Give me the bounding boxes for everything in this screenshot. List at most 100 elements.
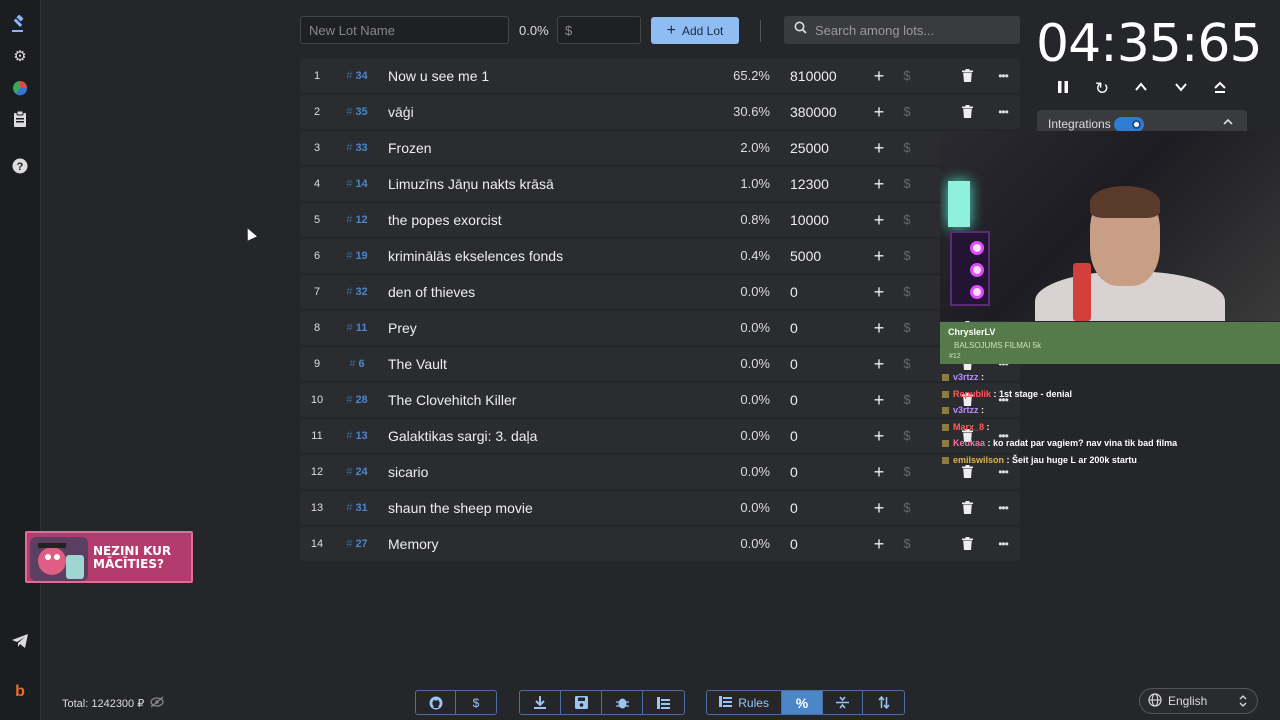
github-icon[interactable] xyxy=(416,691,457,714)
plus-icon[interactable]: + xyxy=(871,491,887,525)
lot-amount[interactable]: 10000 xyxy=(790,203,829,237)
more-icon[interactable]: ••• xyxy=(994,527,1012,561)
dollar-icon[interactable]: $ xyxy=(900,347,914,381)
more-icon[interactable]: ••• xyxy=(994,491,1012,525)
compress-icon[interactable] xyxy=(823,691,864,714)
lot-id[interactable]: #31 xyxy=(340,491,374,525)
trash-icon[interactable] xyxy=(962,69,973,82)
chevron-up-icon[interactable] xyxy=(1223,116,1233,130)
lot-amount[interactable]: 0 xyxy=(790,275,798,309)
lot-name[interactable]: den of thieves xyxy=(388,275,475,309)
dollar-icon[interactable]: $ xyxy=(900,203,914,237)
lot-id[interactable]: #32 xyxy=(340,275,374,309)
plus-icon[interactable]: + xyxy=(871,527,887,561)
lot-row[interactable]: 10 #28 The Clovehitch Killer 0.0% 0 + $ ••• xyxy=(300,383,1020,417)
lot-row[interactable]: 7#32den of thieves0.0%0+$••• xyxy=(300,275,1020,309)
dollar-icon[interactable]: $ xyxy=(900,131,914,165)
plus-icon[interactable]: + xyxy=(871,347,887,381)
plus-icon[interactable]: + xyxy=(871,383,887,417)
lot-row[interactable]: 1 #34 Now u see me 1 65.2% 810000 + $ ••• xyxy=(300,59,1020,93)
pause-icon[interactable] xyxy=(1054,80,1072,98)
save-icon[interactable] xyxy=(561,691,602,714)
clipboard-icon[interactable] xyxy=(10,109,30,129)
new-lot-amount-input[interactable] xyxy=(557,16,641,44)
dollar-icon[interactable]: $ xyxy=(900,275,914,309)
plus-icon[interactable]: + xyxy=(871,419,887,453)
lot-row[interactable]: 5#12the popes exorcist0.8%10000+$••• xyxy=(300,203,1020,237)
lot-id[interactable]: #35 xyxy=(340,95,374,129)
lot-row[interactable]: 3#33Frozen2.0%25000+$••• xyxy=(300,131,1020,165)
lot-row[interactable]: 4 #14 Limuzīns Jāņu nakts krāsā 1.0% 12300 + $… xyxy=(300,167,1020,201)
lot-amount[interactable]: 25000 xyxy=(790,131,829,165)
plus-icon[interactable]: + xyxy=(871,95,887,129)
lot-id[interactable]: #12 xyxy=(340,203,374,237)
plus-icon[interactable]: + xyxy=(871,167,887,201)
more-icon[interactable]: ••• xyxy=(994,95,1012,129)
lot-amount[interactable]: 0 xyxy=(790,419,798,453)
plus-icon[interactable]: + xyxy=(871,311,887,345)
plus-icon[interactable]: + xyxy=(871,239,887,273)
lot-name[interactable]: The Clovehitch Killer xyxy=(388,383,516,417)
lot-name[interactable]: Limuzīns Jāņu nakts krāsā xyxy=(388,167,554,201)
lot-name[interactable]: Galaktikas sargi: 3. daļa xyxy=(388,419,537,453)
lot-amount[interactable]: 810000 xyxy=(790,59,837,93)
new-lot-name-input[interactable] xyxy=(300,16,509,44)
telegram-icon[interactable] xyxy=(10,631,30,651)
add-lot-button[interactable]: + Add Lot xyxy=(651,17,739,44)
lot-amount[interactable]: 5000 xyxy=(790,239,821,273)
dollar-icon[interactable]: $ xyxy=(900,491,914,525)
dollar-icon[interactable]: $ xyxy=(900,527,914,561)
lot-amount[interactable]: 0 xyxy=(790,347,798,381)
pie-chart-icon[interactable] xyxy=(10,78,30,98)
more-icon[interactable]: ••• xyxy=(994,59,1012,93)
plus-icon[interactable]: + xyxy=(871,275,887,309)
bug-icon[interactable] xyxy=(602,691,643,714)
lot-id[interactable]: #14 xyxy=(340,167,374,201)
lot-id[interactable]: #13 xyxy=(340,419,374,453)
plus-icon[interactable]: + xyxy=(871,131,887,165)
lot-id[interactable]: #34 xyxy=(340,59,374,93)
help-icon[interactable]: ? xyxy=(10,156,30,176)
plus-icon[interactable]: + xyxy=(871,455,887,489)
lot-name[interactable]: Prey xyxy=(388,311,417,345)
dollar-icon[interactable]: $ xyxy=(900,95,914,129)
lot-id[interactable]: #33 xyxy=(340,131,374,165)
download-icon[interactable] xyxy=(520,691,561,714)
eye-off-icon[interactable] xyxy=(150,696,164,711)
lot-row[interactable]: 6 #19 kriminālās ekselences fonds 0.4% 5000 +… xyxy=(300,239,1020,273)
lot-id[interactable]: #11 xyxy=(340,311,374,345)
lot-id[interactable]: #19 xyxy=(340,239,374,273)
lot-row[interactable]: 14 #27 Memory 0.0% 0 + $ ••• xyxy=(300,527,1020,561)
dollar-icon[interactable]: $ xyxy=(456,691,496,714)
lot-row[interactable]: 2 #35 vāģi 30.6% 380000 + $ ••• xyxy=(300,95,1020,129)
lot-amount[interactable]: 0 xyxy=(790,311,798,345)
lot-name[interactable]: Now u see me 1 xyxy=(388,59,489,93)
search-box[interactable] xyxy=(784,16,1020,44)
lot-row[interactable]: 13 #31 shaun the sheep movie 0.0% 0 + $ ••• xyxy=(300,491,1020,525)
dollar-icon[interactable]: $ xyxy=(900,455,914,489)
dollar-icon[interactable]: $ xyxy=(900,239,914,273)
lot-name[interactable]: sicario xyxy=(388,455,428,489)
lot-amount[interactable]: 380000 xyxy=(790,95,837,129)
integrations-toggle[interactable] xyxy=(1114,117,1144,132)
lot-amount[interactable]: 12300 xyxy=(790,167,829,201)
language-select[interactable]: English xyxy=(1139,688,1258,714)
lot-name[interactable]: The Vault xyxy=(388,347,447,381)
dollar-icon[interactable]: $ xyxy=(900,167,914,201)
sort-icon[interactable] xyxy=(863,691,904,714)
lot-name[interactable]: kriminālās ekselences fonds xyxy=(388,239,563,273)
lot-id[interactable]: #28 xyxy=(340,383,374,417)
lot-name[interactable]: vāģi xyxy=(388,95,414,129)
list-clear-icon[interactable] xyxy=(643,691,684,714)
plus-icon[interactable]: + xyxy=(871,59,887,93)
lot-name[interactable]: Memory xyxy=(388,527,439,561)
lot-name[interactable]: Frozen xyxy=(388,131,432,165)
dollar-icon[interactable]: $ xyxy=(900,419,914,453)
search-input[interactable] xyxy=(815,22,1005,38)
lot-id[interactable]: #24 xyxy=(340,455,374,489)
rules-button[interactable]: Rules xyxy=(707,691,783,714)
reset-icon[interactable]: ↻ xyxy=(1093,80,1111,98)
trash-icon[interactable] xyxy=(962,501,973,514)
chevron-down-icon[interactable] xyxy=(1172,80,1190,98)
lot-amount[interactable]: 0 xyxy=(790,527,798,561)
